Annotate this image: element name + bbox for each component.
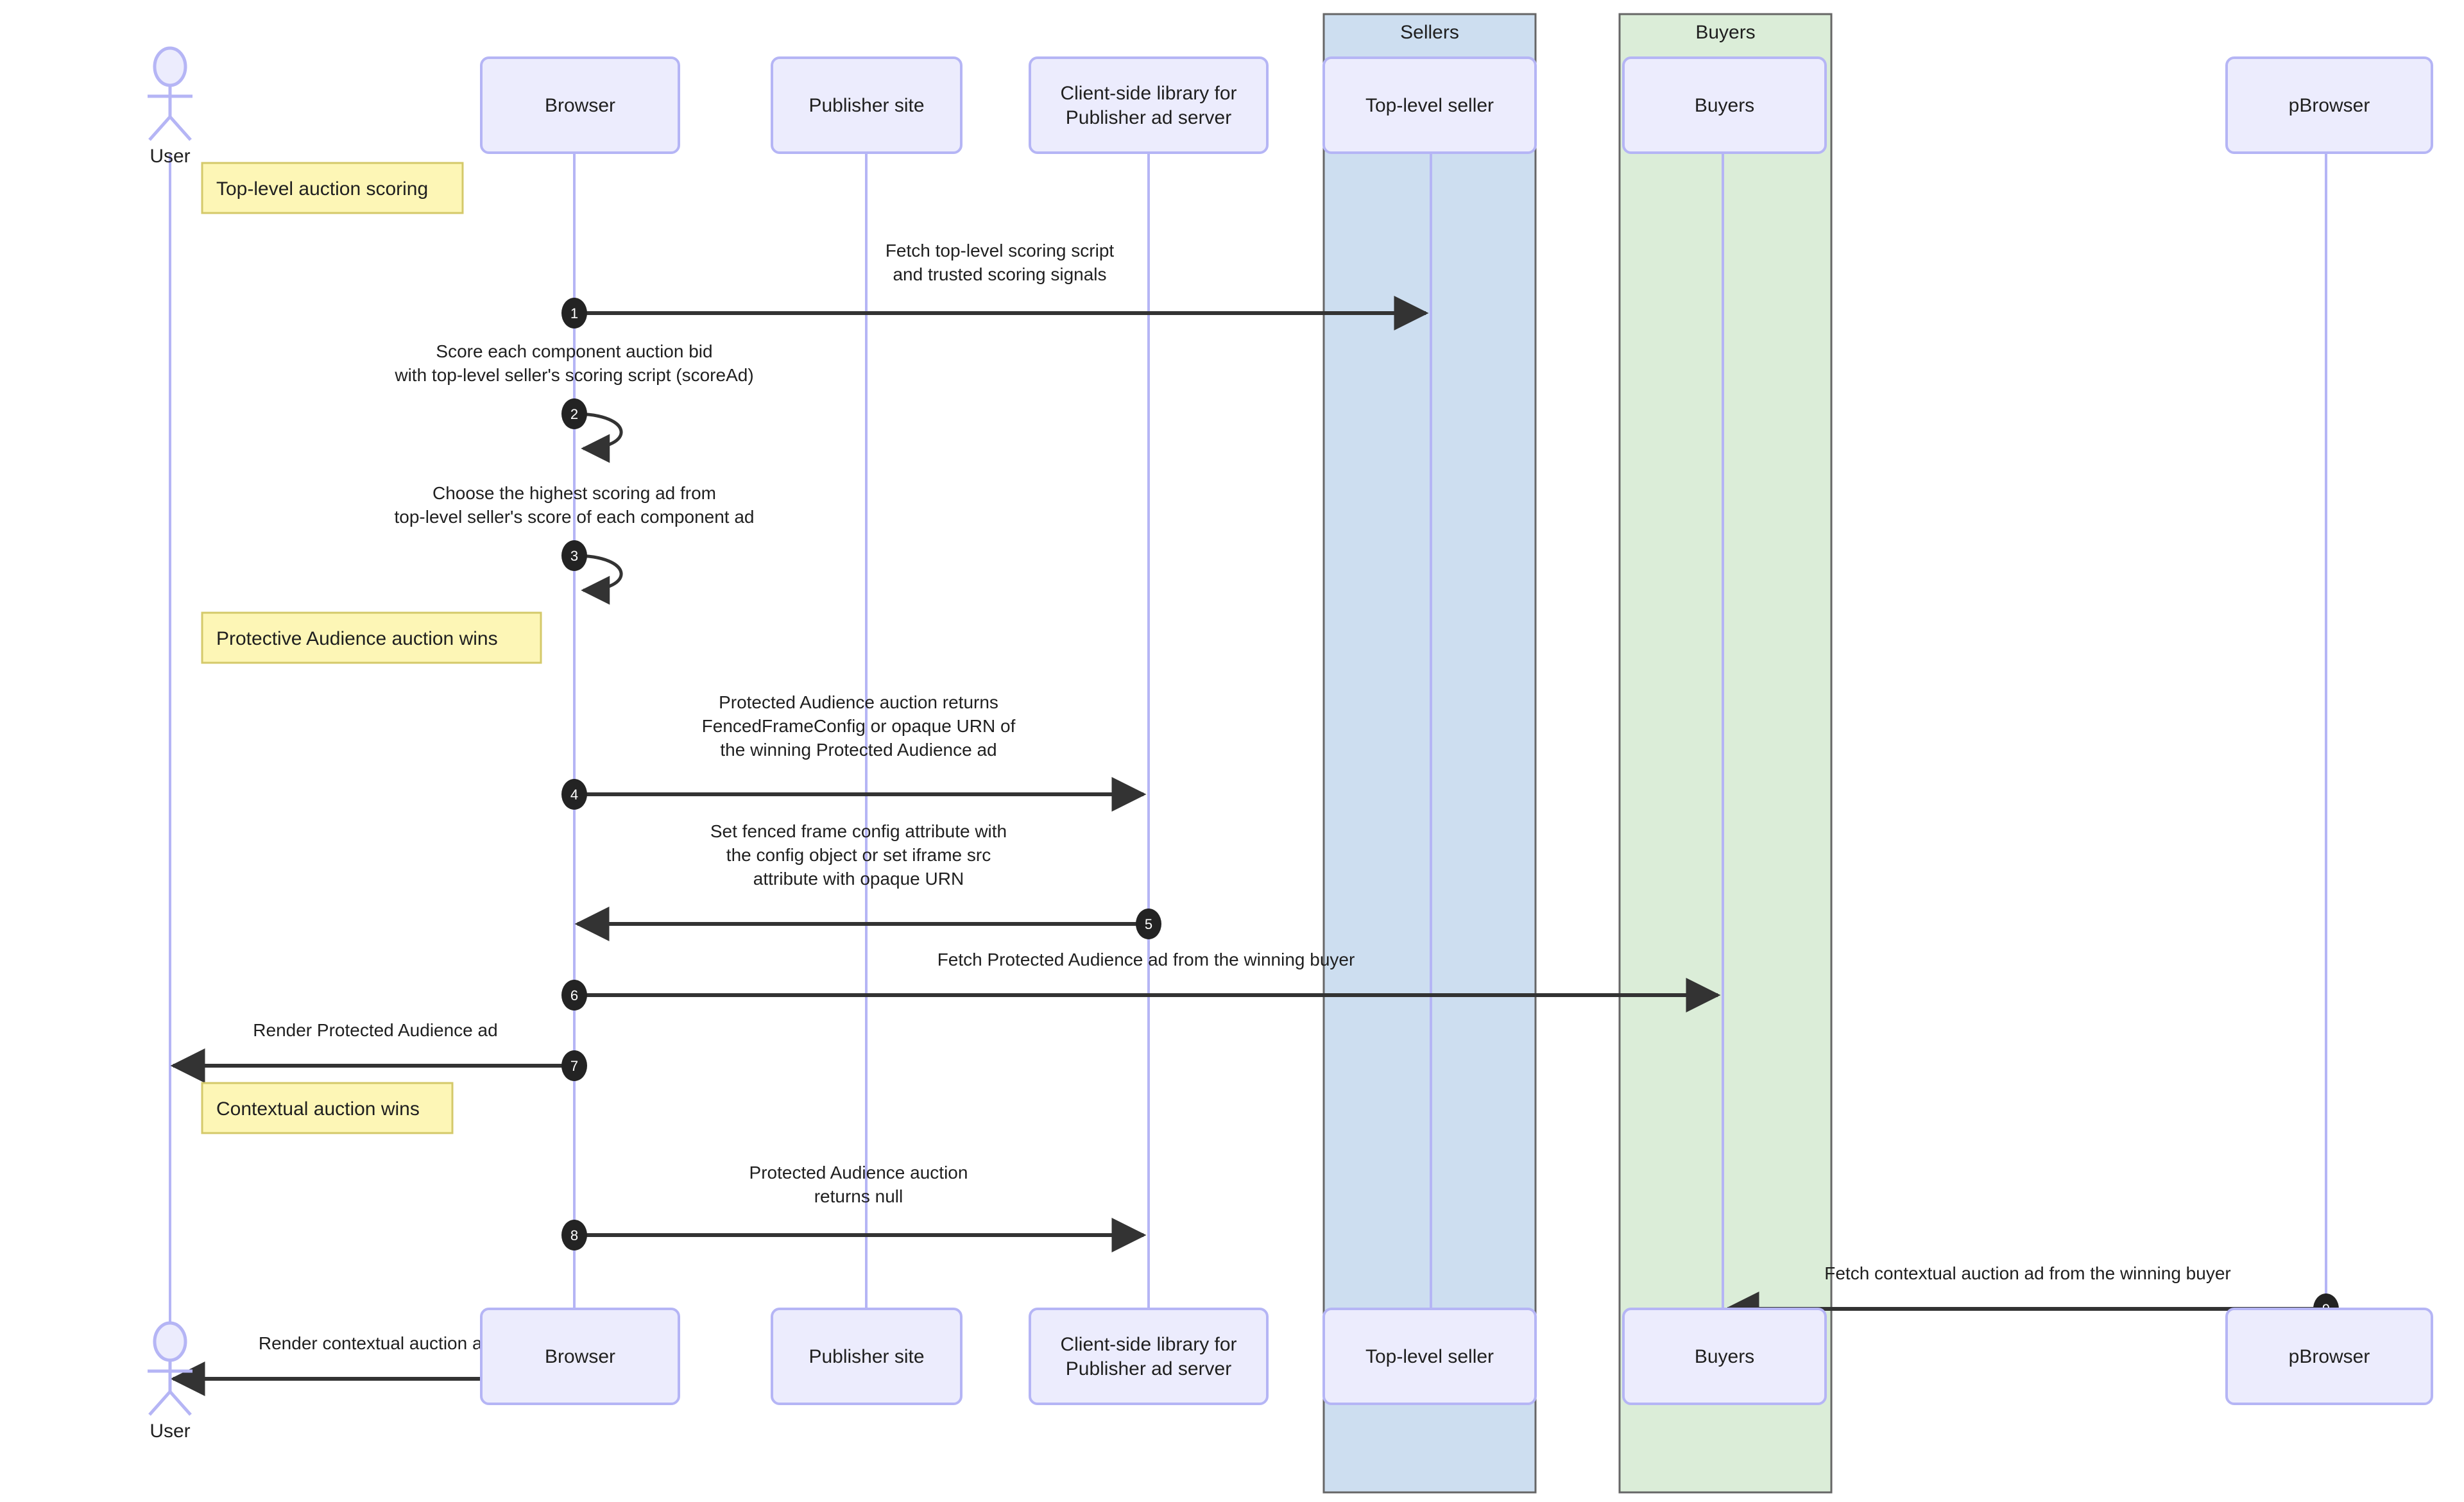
message-number-3: 3: [570, 548, 578, 564]
participant-publisher[interactable]: Publisher site: [771, 56, 963, 154]
message-number-7: 7: [570, 1058, 578, 1074]
note-protective-audience-auction-wins: Protective Audience auction wins: [201, 611, 542, 664]
message-number-6: 6: [570, 987, 578, 1003]
participant-topseller[interactable]: Top-level seller: [1322, 1308, 1537, 1405]
participant-publisher[interactable]: Publisher site: [771, 1308, 963, 1405]
message-6: Fetch Protected Audience ad from the win…: [561, 950, 1721, 1012]
actor-head-user: [153, 1321, 187, 1362]
message-8: Protected Audience auction returns null 8: [561, 1163, 1147, 1252]
participant-browser[interactable]: Browser: [480, 1308, 680, 1405]
actor-leg-left-user: [148, 115, 171, 141]
participant-label-clientlib: Client-side library for: [1060, 83, 1236, 104]
message-label-5: attribute with opaque URN: [753, 869, 964, 889]
group-box-buyers: [1618, 13, 1833, 1494]
participant-group-buyers: Buyers: [1618, 13, 1833, 1494]
participant-topseller[interactable]: Top-level seller: [1322, 56, 1537, 154]
message-label-4: the winning Protected Audience ad: [720, 740, 997, 760]
participant-label-pbrowser: pBrowser: [2289, 1346, 2370, 1367]
message-label-3: top-level seller's score of each compone…: [395, 507, 755, 527]
message-label-5: the config object or set iframe src: [726, 845, 991, 865]
message-label-5: Set fenced frame config attribute with: [710, 821, 1007, 841]
participant-boxes-layer: Browser Browser Publisher site Publisher si…: [148, 46, 2433, 1442]
participant-label-publisher: Publisher site: [809, 95, 924, 116]
message-1: Fetch top-level scoring script and truste…: [561, 241, 1429, 330]
participant-buyers[interactable]: Buyers: [1622, 56, 1827, 154]
message-number-4: 4: [570, 787, 578, 803]
message-label-1: Fetch top-level scoring script: [886, 241, 1115, 260]
participant-label-pbrowser: pBrowser: [2289, 95, 2370, 116]
participant-label-browser: Browser: [545, 95, 615, 116]
participant-box-clientlib[interactable]: [1029, 56, 1269, 154]
message-label-3: Choose the highest scoring ad from: [432, 483, 716, 503]
message-4: Protected Audience auction returns Fenced…: [561, 692, 1147, 812]
participant-pbrowser[interactable]: pBrowser: [2225, 1308, 2433, 1405]
message-number-2: 2: [570, 406, 578, 422]
message-5: Set fenced frame config attribute with th…: [574, 821, 1161, 941]
actor-label-user: User: [150, 146, 190, 167]
sequence-diagram-svg: Sellers Buyers Fetch top-level scoring sc…: [148, 13, 2433, 1494]
notes-layer: Top-level auction scoring Protective Audi…: [201, 162, 542, 1134]
participant-pbrowser[interactable]: pBrowser: [2225, 56, 2433, 154]
lifelines-layer: [169, 153, 2327, 1379]
message-label-8: Protected Audience auction: [749, 1163, 968, 1182]
group-boxes-layer: Sellers Buyers: [1322, 13, 1833, 1494]
note-top-level-auction-scoring-label: Top-level auction scoring: [216, 178, 428, 200]
note-top-level-auction-scoring: Top-level auction scoring: [201, 162, 464, 214]
message-label-6: Fetch Protected Audience ad from the win…: [937, 950, 1355, 969]
actor-leg-right-user: [169, 115, 192, 141]
actor-label-user: User: [150, 1421, 190, 1442]
participant-clientlib[interactable]: Client-side library for Publisher ad serv…: [1029, 1308, 1269, 1405]
actor-head-user: [153, 46, 187, 87]
message-label-2: with top-level seller's scoring script (…: [394, 365, 753, 385]
message-number-5: 5: [1145, 916, 1152, 932]
note-contextual-auction-wins: Contextual auction wins: [201, 1082, 454, 1134]
actor-leg-right-user: [169, 1390, 192, 1416]
message-label-2: Score each component auction bid: [436, 341, 712, 361]
participant-label-buyers: Buyers: [1695, 1346, 1754, 1367]
participant-label-buyers: Buyers: [1695, 95, 1754, 116]
sequence-diagram-canvas: Sellers Buyers Fetch top-level scoring sc…: [0, 0, 2464, 1502]
participant-box-clientlib[interactable]: [1029, 1308, 1269, 1405]
message-number-1: 1: [570, 305, 578, 321]
participant-label-topseller: Top-level seller: [1365, 95, 1494, 116]
message-7: Render Protected Audience ad 7: [170, 1020, 587, 1083]
message-number-8: 8: [570, 1227, 578, 1243]
message-label-7: Render Protected Audience ad: [253, 1020, 497, 1040]
note-protective-audience-auction-wins-label: Protective Audience auction wins: [216, 628, 498, 649]
participant-label-topseller: Top-level seller: [1365, 1346, 1494, 1367]
participant-clientlib[interactable]: Client-side library for Publisher ad serv…: [1029, 56, 1269, 154]
group-label-buyers: Buyers: [1695, 22, 1755, 43]
message-label-8: returns null: [814, 1186, 903, 1206]
message-label-10: Render contextual auction ad: [259, 1333, 492, 1353]
participant-label-clientlib: Client-side library for: [1060, 1334, 1236, 1355]
message-label-4: FencedFrameConfig or opaque URN of: [702, 716, 1016, 736]
group-label-sellers: Sellers: [1400, 22, 1459, 43]
message-label-1: and trusted scoring signals: [893, 264, 1106, 284]
note-contextual-auction-wins-label: Contextual auction wins: [216, 1098, 420, 1120]
actor-leg-left-user: [148, 1390, 171, 1416]
actor-user[interactable]: User: [148, 1321, 193, 1442]
participant-browser[interactable]: Browser: [480, 56, 680, 154]
participant-label-publisher: Publisher site: [809, 1346, 924, 1367]
actor-user[interactable]: User: [148, 46, 193, 167]
message-label-9: Fetch contextual auction ad from the win…: [1824, 1263, 2230, 1283]
message-label-4: Protected Audience auction returns: [719, 692, 998, 712]
participant-buyers[interactable]: Buyers: [1622, 1308, 1827, 1405]
participant-label-browser: Browser: [545, 1346, 615, 1367]
participant-label-clientlib: Publisher ad server: [1066, 107, 1231, 128]
participant-label-clientlib: Publisher ad server: [1066, 1358, 1231, 1379]
messages-layer: Fetch top-level scoring script and truste…: [170, 241, 2339, 1396]
